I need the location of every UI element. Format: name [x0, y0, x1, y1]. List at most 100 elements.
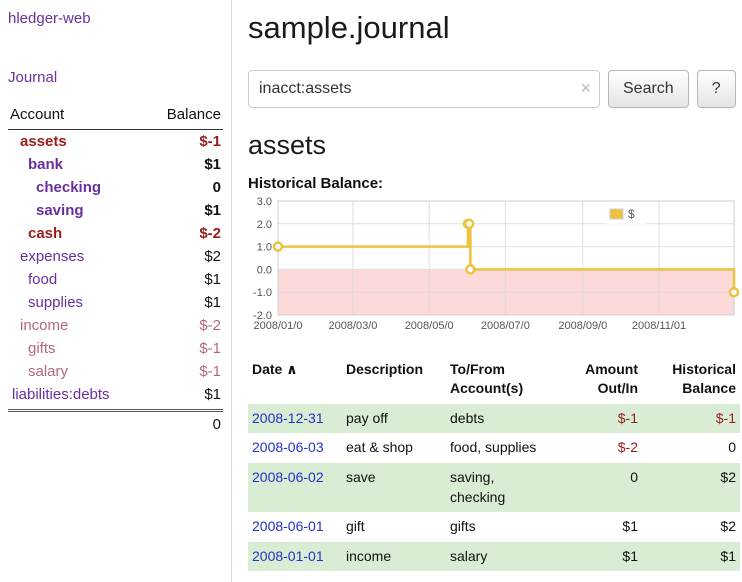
sidebar: hledger-web Journal Account Balance asse…	[0, 0, 232, 582]
account-link-expenses[interactable]: expenses	[10, 248, 84, 265]
account-row: saving $1	[8, 199, 223, 222]
account-row: salary$-1	[8, 360, 223, 383]
register-date-link[interactable]: 2008-06-02	[252, 469, 324, 485]
x-tick-label: 2008/05/0	[405, 320, 454, 332]
search-input[interactable]	[248, 70, 600, 108]
account-balance: $2	[204, 248, 221, 265]
y-tick-label: 3.0	[257, 196, 272, 208]
register-header-cell-1: Description	[342, 358, 446, 404]
app-root: hledger-web Journal Account Balance asse…	[0, 0, 742, 582]
register-accounts: debts	[446, 404, 554, 434]
register-description: eat & shop	[342, 433, 446, 463]
search-bar: × Search ?	[248, 70, 742, 108]
help-button[interactable]: ?	[697, 70, 736, 108]
account-row: bank$1	[8, 153, 223, 176]
y-tick-label: 0.0	[257, 264, 272, 276]
chart-title: Historical Balance:	[248, 175, 742, 192]
account-row: food$1	[8, 268, 223, 291]
register-row: 2008-06-02 savesaving, checking0$2	[248, 463, 740, 512]
register-header-label: Historical Balance	[672, 361, 736, 396]
data-point	[466, 265, 474, 273]
legend-swatch	[610, 209, 623, 219]
account-balance: $-2	[199, 225, 221, 242]
x-tick-label: 2008/01/0	[254, 320, 303, 332]
account-row: cash $-2	[8, 222, 223, 245]
legend-label: $	[628, 207, 635, 221]
register-header: Date ∧DescriptionTo/From Account(s)Amoun…	[248, 358, 740, 404]
register-row: 2008-12-31pay offdebts$-1$-1	[248, 404, 740, 434]
register-header-label: To/From Account(s)	[450, 361, 523, 396]
account-link-supplies[interactable]: supplies	[10, 294, 83, 311]
account-link-gifts[interactable]: gifts	[10, 340, 56, 357]
register-balance: $2	[642, 463, 740, 512]
x-tick-label: 2008/03/0	[328, 320, 377, 332]
register-header-cell-4: Historical Balance	[642, 358, 740, 404]
accounts-table-header: Account Balance	[8, 102, 223, 130]
accounts-table: Account Balance assets$-1bank$1checking0…	[8, 102, 223, 437]
register-amount: $1	[554, 512, 642, 542]
account-link-income[interactable]: income	[10, 317, 68, 334]
app-title-link[interactable]: hledger-web	[8, 10, 223, 27]
register-balance: $-1	[642, 404, 740, 434]
register-amount: $-1	[554, 404, 642, 434]
account-balance: $1	[204, 202, 221, 219]
account-row: liabilities:debts $1	[8, 383, 223, 406]
account-link-checking[interactable]: checking	[10, 179, 101, 196]
account-link-assets[interactable]: assets	[10, 133, 67, 150]
data-point	[730, 288, 738, 296]
search-button[interactable]: Search	[608, 70, 689, 108]
y-tick-label: 2.0	[257, 219, 272, 231]
register-accounts: saving, checking	[446, 463, 554, 512]
register-header-cell-3: Amount Out/In	[554, 358, 642, 404]
register-date-link[interactable]: 2008-06-03	[252, 439, 324, 455]
y-tick-label: 1.0	[257, 242, 272, 254]
account-link-saving[interactable]: saving	[10, 202, 84, 219]
account-balance: $1	[204, 294, 221, 311]
account-link-liabilities-debts[interactable]: liabilities:debts	[10, 386, 110, 403]
register-rows: 2008-12-31pay offdebts$-1$-1 2008-06-03 ea…	[248, 404, 740, 572]
register-row: 2008-01-01incomesalary$1$1	[248, 542, 740, 572]
page-title: sample.journal	[248, 10, 742, 46]
account-balance: $-1	[199, 133, 221, 150]
account-link-bank[interactable]: bank	[10, 156, 63, 173]
register-amount: $1	[554, 542, 642, 572]
account-balance: 0	[213, 179, 221, 196]
register-header-label: Date	[252, 361, 282, 377]
accounts-header-account: Account	[10, 106, 64, 123]
register-amount: 0	[554, 463, 642, 512]
register-header-cell-0[interactable]: Date ∧	[248, 358, 342, 404]
register-description: save	[342, 463, 446, 512]
account-row: income $-2	[8, 314, 223, 337]
search-box: ×	[248, 70, 600, 108]
account-balance: $-1	[199, 340, 221, 357]
account-link-cash[interactable]: cash	[10, 225, 62, 242]
register-date-link[interactable]: 2008-01-01	[252, 548, 324, 564]
account-link-salary[interactable]: salary	[10, 363, 68, 380]
accounts-total-value: 0	[213, 416, 221, 433]
register-accounts: gifts	[446, 512, 554, 542]
account-row: gifts $-1	[8, 337, 223, 360]
x-tick-label: 2008/11/01	[632, 320, 686, 332]
register-balance: $1	[642, 542, 740, 572]
account-balance: $1	[204, 386, 221, 403]
register-date-link[interactable]: 2008-12-31	[252, 410, 324, 426]
register-balance: 0	[642, 433, 740, 463]
register-description: income	[342, 542, 446, 572]
chart-legend: $	[606, 206, 646, 224]
x-tick-label: 2008/07/0	[481, 320, 530, 332]
register-amount: $-2	[554, 433, 642, 463]
sort-ascending-icon: ∧	[282, 361, 297, 377]
nav-journal-link[interactable]: Journal	[8, 69, 223, 86]
data-point	[465, 220, 473, 228]
register-description: gift	[342, 512, 446, 542]
accounts-list: assets$-1bank$1checking0saving$1cash$-2e…	[8, 130, 223, 406]
account-row: checking 0	[8, 176, 223, 199]
clear-search-icon[interactable]: ×	[580, 78, 591, 98]
register-date-link[interactable]: 2008-06-01	[252, 518, 324, 534]
account-heading: assets	[248, 130, 742, 161]
register-table: Date ∧DescriptionTo/From Account(s)Amoun…	[248, 358, 740, 571]
account-link-food[interactable]: food	[10, 271, 57, 288]
x-tick-label: 2008/09/0	[558, 320, 607, 332]
register-header-label: Description	[346, 361, 423, 377]
account-balance: $-2	[199, 317, 221, 334]
